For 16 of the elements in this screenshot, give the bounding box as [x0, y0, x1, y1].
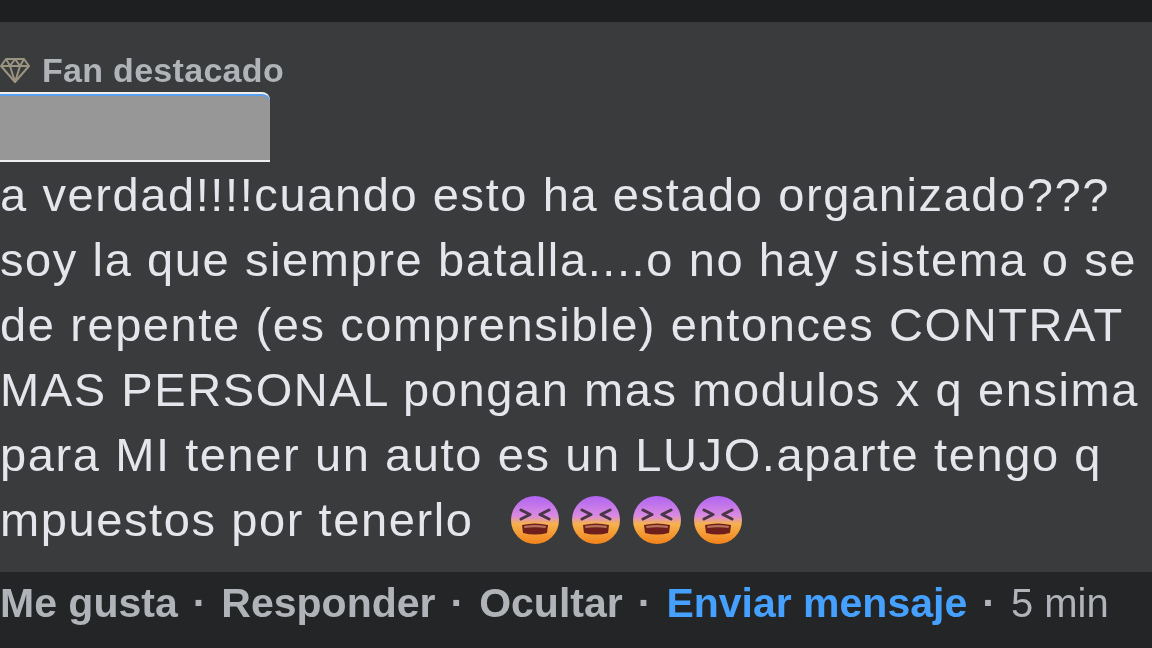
action-link[interactable]: Me gusta — [0, 579, 178, 627]
badge-label: Fan destacado — [42, 50, 284, 90]
separator: · — [982, 579, 996, 627]
action-link[interactable]: Ocultar — [479, 579, 623, 627]
separator: · — [450, 579, 465, 627]
x-eyed-face-emoji-icon — [509, 494, 560, 545]
action-link[interactable]: Responder — [221, 579, 436, 627]
comment-text: mpuestos por tenerlo — [0, 492, 474, 548]
diamond-icon — [0, 56, 30, 84]
x-eyed-face-emoji-icon — [631, 494, 682, 545]
send-message-link[interactable]: Enviar mensaje — [666, 579, 968, 627]
separator: · — [637, 579, 652, 627]
timestamp: 5 min — [1010, 580, 1109, 627]
x-eyed-face-emoji-icon — [692, 494, 743, 545]
separator: · — [192, 579, 207, 627]
x-eyed-face-emoji-icon — [570, 494, 621, 545]
